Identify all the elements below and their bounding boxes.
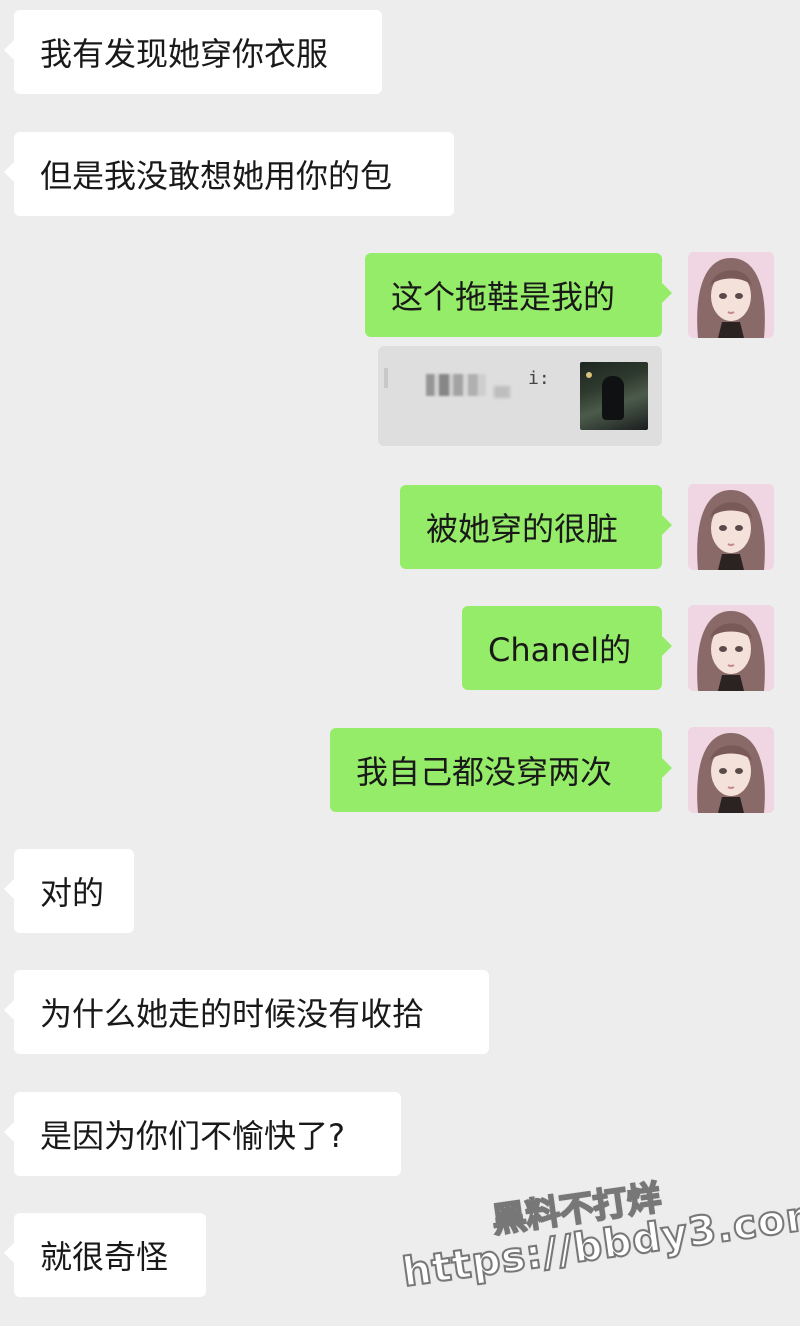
blurred-sender-name bbox=[426, 374, 486, 396]
thumbnail-person bbox=[602, 376, 624, 420]
avatar-portrait-icon bbox=[688, 605, 774, 691]
watermark: 黑料不打烊 https://bbdy3.com bbox=[393, 1154, 800, 1326]
sender-avatar[interactable] bbox=[688, 727, 774, 813]
sender-avatar[interactable] bbox=[688, 605, 774, 691]
avatar-portrait-icon bbox=[688, 484, 774, 570]
message-bubble-incoming[interactable]: 对的 bbox=[4, 849, 134, 933]
message-text: Chanel的 bbox=[488, 631, 632, 669]
message-bubble-incoming[interactable]: 我有发现她穿你衣服 bbox=[4, 10, 382, 94]
message-bubble-incoming[interactable]: 是因为你们不愉快了? bbox=[4, 1092, 401, 1176]
message-text: 我有发现她穿你衣服 bbox=[40, 35, 329, 73]
message-bubble-outgoing[interactable]: 被她穿的很脏 bbox=[400, 485, 672, 569]
message-text: 但是我没敢想她用你的包 bbox=[40, 157, 393, 195]
message-text: 我自己都没穿两次 bbox=[356, 753, 613, 791]
message-bubble-outgoing[interactable]: Chanel的 bbox=[462, 606, 672, 690]
quote-separator: i: bbox=[528, 368, 550, 389]
message-text: 对的 bbox=[40, 874, 105, 912]
message-text: 这个拖鞋是我的 bbox=[391, 278, 616, 316]
message-text: 被她穿的很脏 bbox=[426, 510, 619, 548]
message-text: 就很奇怪 bbox=[40, 1238, 169, 1276]
sender-avatar[interactable] bbox=[688, 252, 774, 338]
avatar-portrait-icon bbox=[688, 252, 774, 338]
avatar-portrait-icon bbox=[688, 727, 774, 813]
message-text: 为什么她走的时候没有收拾 bbox=[40, 995, 425, 1033]
message-bubble-outgoing[interactable]: 这个拖鞋是我的 bbox=[365, 253, 672, 337]
image-thumbnail[interactable] bbox=[580, 362, 648, 430]
message-bubble-incoming[interactable]: 但是我没敢想她用你的包 bbox=[4, 132, 454, 216]
message-text: 是因为你们不愉快了? bbox=[40, 1117, 345, 1155]
thumbnail-light bbox=[586, 372, 592, 378]
quoted-image-card[interactable]: i: bbox=[378, 346, 662, 446]
sender-avatar[interactable] bbox=[688, 484, 774, 570]
message-bubble-outgoing[interactable]: 我自己都没穿两次 bbox=[330, 728, 672, 812]
message-bubble-incoming[interactable]: 为什么她走的时候没有收拾 bbox=[4, 970, 489, 1054]
blurred-text bbox=[494, 386, 510, 398]
message-bubble-incoming[interactable]: 就很奇怪 bbox=[4, 1213, 206, 1297]
quote-bar bbox=[384, 368, 388, 388]
